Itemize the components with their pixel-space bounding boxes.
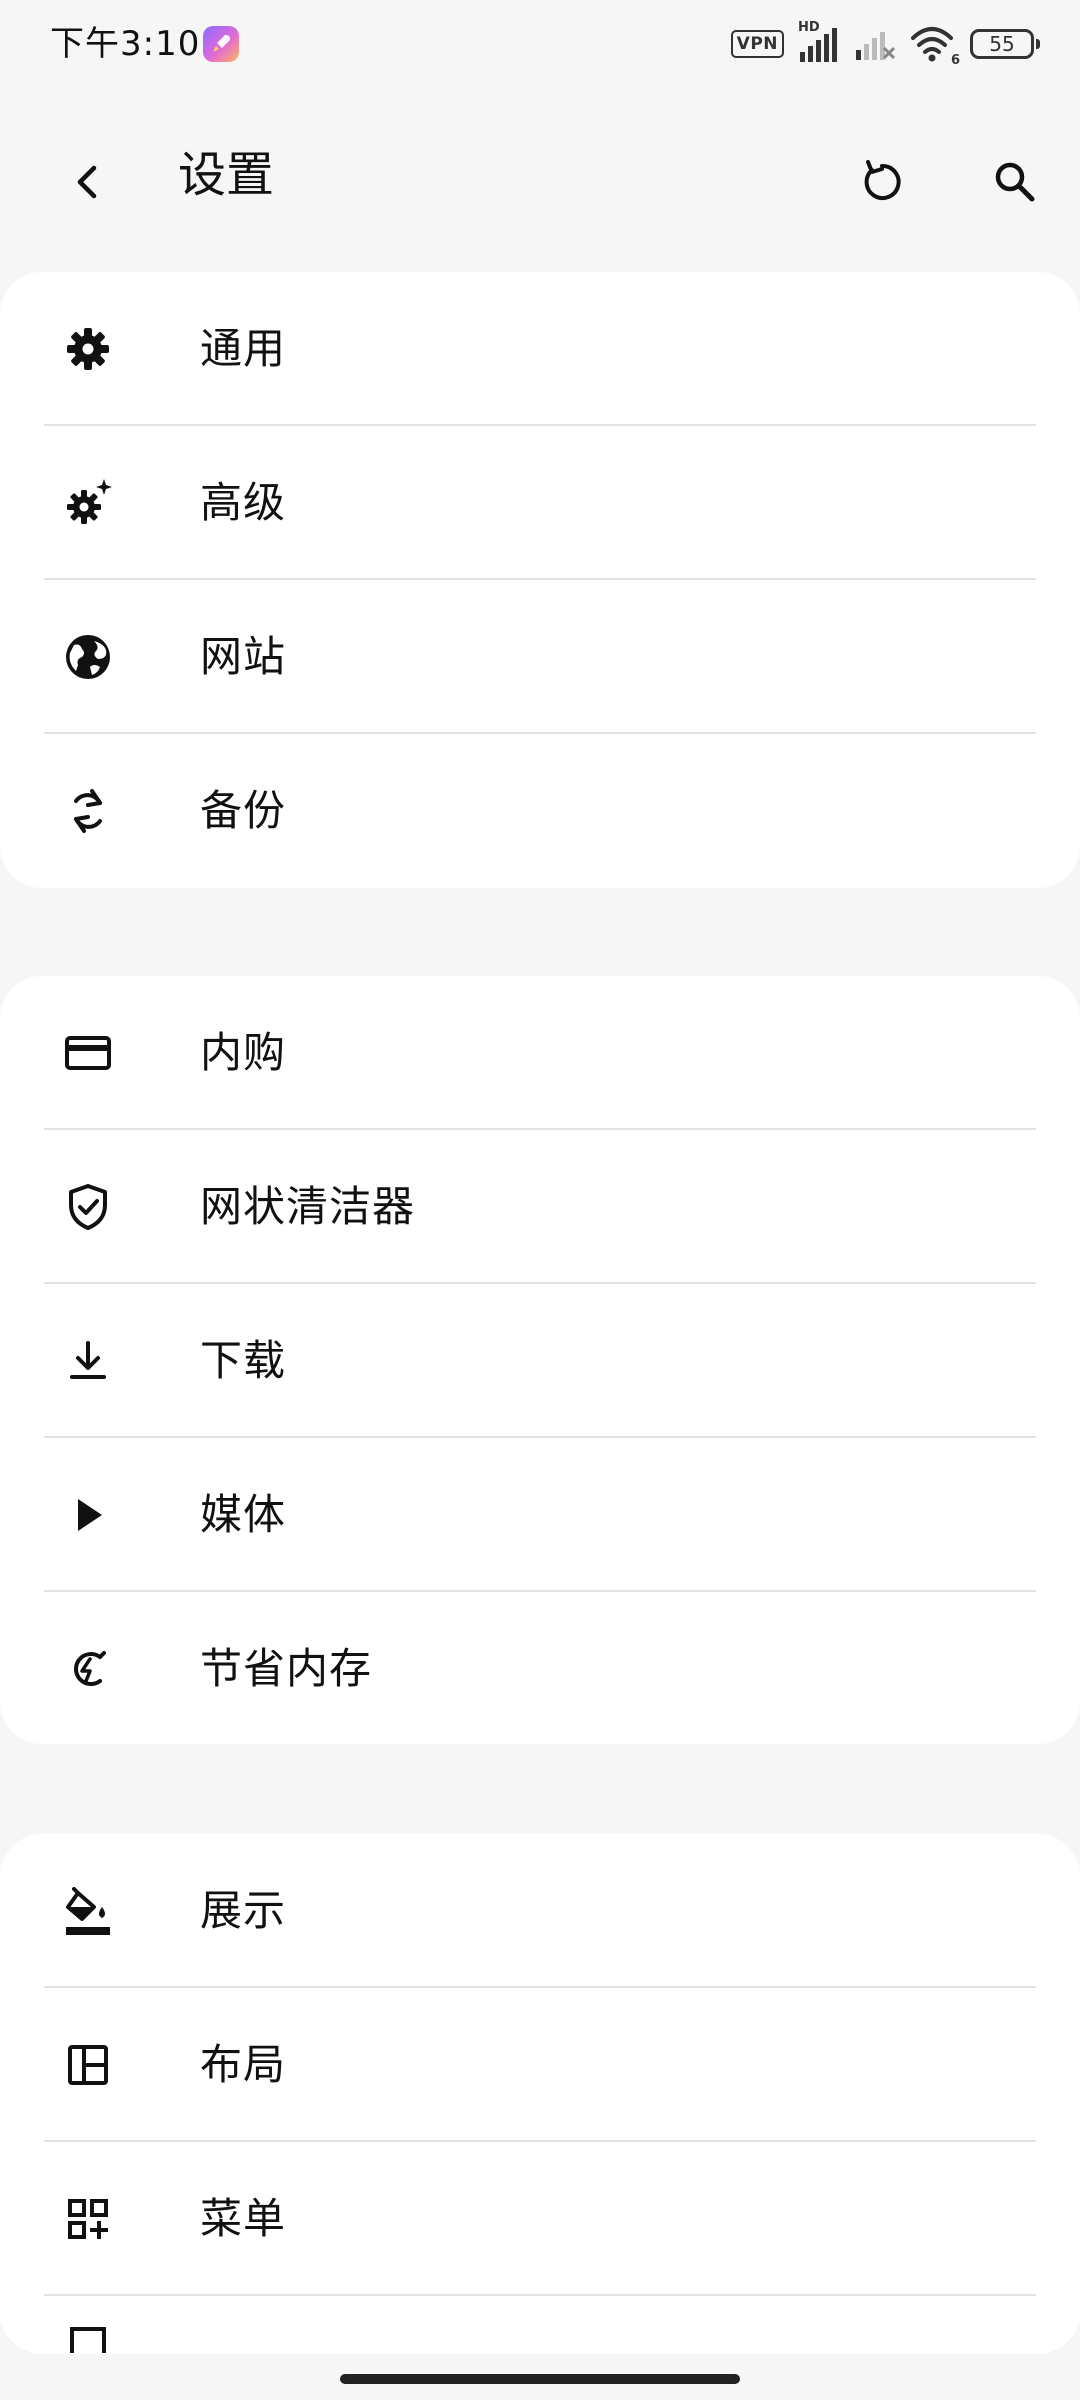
partial-row-icon — [60, 2310, 116, 2354]
play-icon — [60, 1487, 116, 1543]
status-bar: 下午3:10 VPN HD 6 55 — [0, 0, 1080, 88]
settings-item-label: 布局 — [200, 2040, 287, 2089]
gear-icon — [60, 321, 116, 377]
refresh-button[interactable] — [842, 142, 922, 222]
settings-item-label: 菜单 — [200, 2194, 287, 2243]
settings-item-label: 展示 — [200, 1886, 287, 1935]
settings-group-features: 内购 网状清洁器 下载 媒体 节省内存 — [0, 976, 1080, 1744]
layout-icon — [60, 2037, 116, 2093]
settings-group-general: 通用 高级 网站 备份 — [0, 272, 1080, 888]
gear-sparkle-icon — [60, 475, 116, 531]
settings-item-label: 网状清洁器 — [200, 1182, 416, 1231]
status-time: 下午3:10 — [50, 24, 201, 64]
memory-saver-icon — [60, 1641, 116, 1697]
settings-group-appearance: 展示 布局 菜单 — [0, 1834, 1080, 2354]
settings-item-advanced[interactable]: 高级 — [0, 426, 1080, 580]
settings-item-media[interactable]: 媒体 — [0, 1438, 1080, 1592]
rocket-app-icon — [203, 26, 239, 62]
settings-item-downloads[interactable]: 下载 — [0, 1284, 1080, 1438]
battery-indicator: 55 — [970, 29, 1040, 59]
settings-item-mesh-cleaner[interactable]: 网状清洁器 — [0, 1130, 1080, 1284]
menu-grid-icon — [60, 2191, 116, 2247]
signal-weak-icon — [854, 22, 896, 66]
settings-item-websites[interactable]: 网站 — [0, 580, 1080, 734]
wifi-icon: 6 — [910, 24, 960, 68]
paint-bucket-icon — [60, 1883, 116, 1939]
back-button[interactable] — [48, 142, 128, 222]
credit-card-icon — [60, 1025, 116, 1081]
settings-item-label: 媒体 — [200, 1490, 287, 1539]
shield-check-icon — [60, 1179, 116, 1235]
settings-item-partial[interactable] — [0, 2296, 1080, 2354]
settings-screen: 下午3:10 VPN HD 6 55 设置 通用 高级 网站 备份 内购 网状清… — [0, 0, 1080, 2400]
globe-icon — [60, 629, 116, 685]
settings-item-label: 备份 — [200, 786, 287, 835]
settings-item-backup[interactable]: 备份 — [0, 734, 1080, 888]
settings-item-label: 节省内存 — [200, 1644, 373, 1693]
vpn-badge: VPN — [730, 30, 784, 58]
settings-item-label: 下载 — [200, 1336, 287, 1385]
settings-item-display[interactable]: 展示 — [0, 1834, 1080, 1988]
settings-item-menu[interactable]: 菜单 — [0, 2142, 1080, 2296]
sync-icon — [60, 783, 116, 839]
settings-item-label: 高级 — [200, 478, 287, 527]
app-bar: 设置 — [0, 120, 1080, 230]
download-icon — [60, 1333, 116, 1389]
chevron-left-icon — [77, 165, 97, 199]
search-button[interactable] — [975, 142, 1055, 222]
search-icon — [995, 162, 1035, 202]
home-indicator[interactable] — [340, 2374, 740, 2384]
wifi-generation-label: 6 — [950, 53, 960, 68]
settings-item-label: 通用 — [200, 324, 287, 373]
signal-hd-icon: HD — [798, 20, 840, 64]
settings-item-general[interactable]: 通用 — [0, 272, 1080, 426]
settings-item-purchases[interactable]: 内购 — [0, 976, 1080, 1130]
settings-item-memory-saver[interactable]: 节省内存 — [0, 1592, 1080, 1744]
page-title: 设置 — [178, 147, 275, 203]
settings-item-label: 内购 — [200, 1028, 287, 1077]
settings-item-label: 网站 — [200, 632, 287, 681]
status-indicators: VPN HD 6 55 — [717, 20, 1040, 68]
refresh-icon — [864, 160, 901, 200]
settings-item-layout[interactable]: 布局 — [0, 1988, 1080, 2142]
